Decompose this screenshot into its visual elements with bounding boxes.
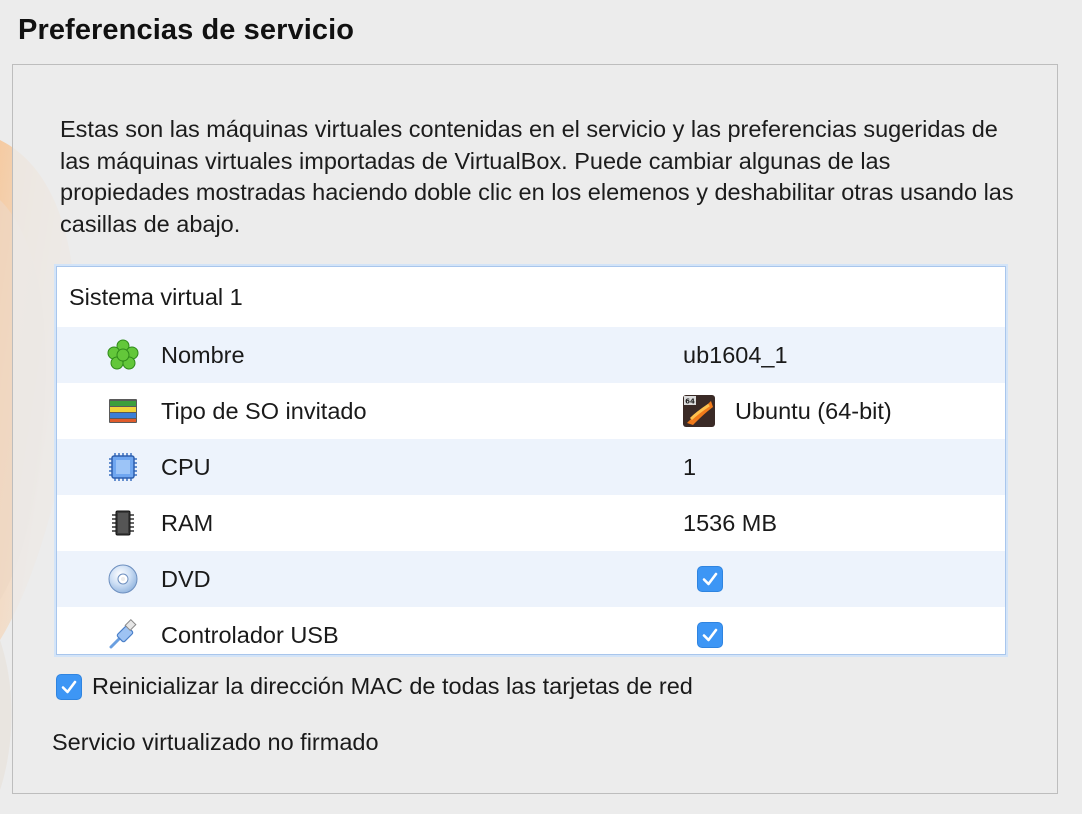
row-label: Controlador USB [161,621,339,648]
row-label: Nombre [161,341,245,368]
reset-mac-option[interactable]: Reinicializar la dirección MAC de todas … [56,673,693,700]
usb-checkbox[interactable] [697,622,723,648]
list-item-os-type[interactable]: Tipo de SO invitado 64 Ubuntu (64-bit) [57,383,1005,439]
reset-mac-checkbox[interactable] [56,673,82,700]
page-title: Preferencias de servicio [18,14,355,46]
list-item-dvd[interactable]: DVD [57,551,1005,607]
os-type-value: Ubuntu (64-bit) [735,397,892,424]
list-item-name[interactable]: Nombre ub1604_1 [57,327,1005,383]
ubuntu-64-icon: 64 [683,395,715,427]
checkbox-checked-icon[interactable] [697,622,723,648]
virtual-system-header[interactable]: Sistema virtual 1 [57,267,1005,327]
list-item-ram[interactable]: RAM 1536 MB [57,495,1005,551]
dvd-icon [108,564,138,594]
row-value[interactable]: 1536 MB [683,510,777,537]
row-label: RAM [161,509,214,536]
svg-text:64: 64 [685,398,695,406]
appliance-settings-list[interactable]: Sistema virtual 1 Nombre ub1604_1 Tipo d… [56,266,1006,655]
usb-icon [109,619,137,649]
row-value[interactable]: ub1604_1 [683,342,788,369]
reset-mac-label[interactable]: Reinicializar la dirección MAC de todas … [92,673,693,700]
os-type-icon [109,399,137,423]
row-label: CPU [161,453,211,480]
row-value[interactable]: 64 Ubuntu (64-bit) [683,395,892,427]
list-item-usb[interactable]: Controlador USB [57,607,1005,654]
cpu-icon [109,453,137,481]
row-label: Tipo de SO invitado [161,397,367,424]
row-label: DVD [161,565,211,592]
dvd-checkbox[interactable] [697,566,723,592]
ram-icon [112,510,134,536]
signature-status: Servicio virtualizado no firmado [52,729,379,755]
row-value[interactable]: 1 [683,454,696,481]
appliance-settings-page: Preferencias de servicio Estas son las m… [0,0,1082,814]
checkbox-checked-icon[interactable] [697,566,723,592]
name-icon [107,339,139,370]
list-item-cpu[interactable]: CPU 1 [57,439,1005,495]
description-text: Estas son las máquinas virtuales conteni… [60,116,1014,237]
